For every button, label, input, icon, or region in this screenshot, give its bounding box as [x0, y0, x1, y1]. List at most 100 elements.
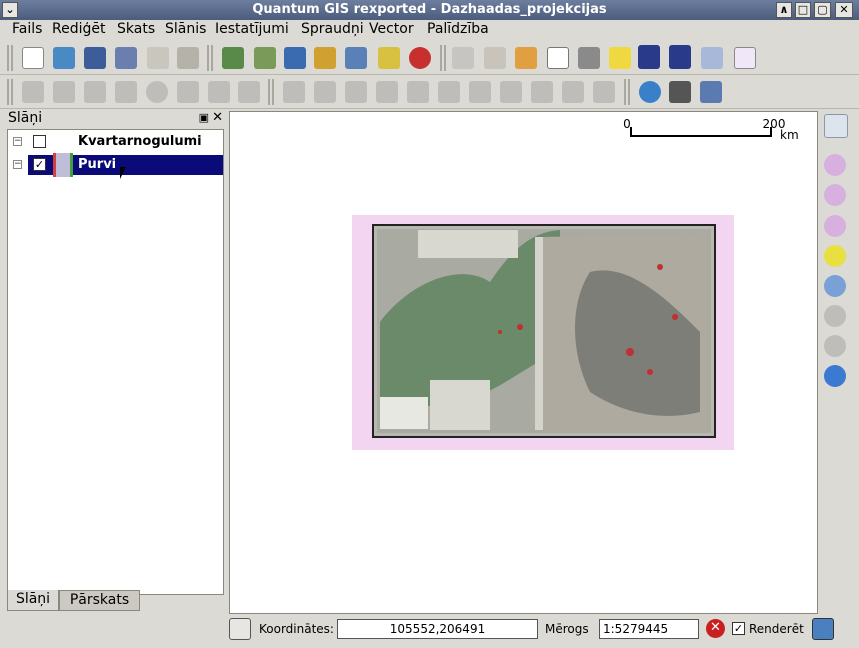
scale-bar-start: 0 — [623, 117, 631, 131]
menu-vector[interactable]: Vector — [369, 21, 414, 37]
layer-visibility-checkbox[interactable]: ✓ — [33, 158, 46, 171]
minimize-button[interactable]: ∧ — [776, 2, 792, 18]
map-canvas[interactable]: 0 200 km — [229, 111, 818, 614]
add-spatialite-layer-icon[interactable] — [314, 47, 336, 69]
collapse-icon[interactable]: − — [13, 160, 22, 169]
tab-layers[interactable]: Slāņi — [7, 590, 59, 611]
stop-render-icon[interactable]: ✕ — [706, 619, 725, 638]
toolbar-grip[interactable] — [7, 79, 13, 105]
menu-spraudni[interactable]: Spraudņi — [301, 21, 364, 37]
close-panel-icon[interactable]: ✕ — [212, 110, 223, 125]
cut-features-icon[interactable] — [177, 81, 199, 103]
add-ring-icon[interactable] — [376, 81, 398, 103]
split-features-icon[interactable] — [531, 81, 553, 103]
select-features-icon[interactable] — [484, 47, 506, 69]
toggle-extents-icon[interactable] — [229, 618, 251, 640]
toolbar-grip[interactable] — [268, 79, 274, 105]
print-icon[interactable] — [177, 47, 199, 69]
toggle-editing-icon[interactable] — [22, 81, 44, 103]
save-as-icon[interactable] — [115, 47, 137, 69]
merge-features-icon[interactable] — [562, 81, 584, 103]
new-vector-layer-icon[interactable] — [378, 47, 400, 69]
crs-status-icon[interactable] — [812, 618, 834, 640]
undo-icon[interactable] — [283, 81, 305, 103]
refresh-icon[interactable] — [824, 365, 846, 387]
simplify-feature-icon[interactable] — [345, 81, 367, 103]
rotate-point-symbols-icon[interactable] — [593, 81, 615, 103]
node-tool-icon[interactable] — [115, 81, 137, 103]
print-composer-icon[interactable] — [147, 47, 169, 69]
layers-panel: Slāņi ▣ ✕ − Kvartarnogulumi ✓ Purvi − Sl — [5, 110, 226, 615]
pan-icon[interactable] — [824, 114, 848, 138]
remove-layer-icon[interactable] — [409, 47, 431, 69]
add-postgis-layer-icon[interactable] — [284, 47, 306, 69]
open-project-icon[interactable] — [53, 47, 75, 69]
new-bookmark-icon[interactable] — [638, 45, 660, 69]
add-raster-layer-icon[interactable] — [254, 47, 276, 69]
scale-field[interactable]: 1:5279445 — [599, 619, 699, 639]
zoom-out-icon[interactable] — [824, 184, 846, 206]
delete-selected-icon[interactable] — [146, 81, 168, 103]
coords-label: Koordinātes: — [259, 622, 334, 636]
measure-line-icon[interactable] — [578, 47, 600, 69]
float-panel-icon[interactable]: ▣ — [199, 111, 209, 124]
attribute-table-icon[interactable] — [547, 47, 569, 69]
zoom-next-icon[interactable] — [824, 335, 846, 357]
add-part-icon[interactable] — [407, 81, 429, 103]
zoom-in-icon[interactable] — [824, 154, 846, 176]
add-wms-layer-icon[interactable] — [345, 47, 367, 69]
render-label: Renderēt — [749, 622, 804, 636]
scale-bar-icon[interactable] — [669, 81, 691, 103]
add-vector-layer-icon[interactable] — [222, 47, 244, 69]
coords-field[interactable]: 105552,206491 — [337, 619, 538, 639]
layers-panel-header: Slāņi ▣ ✕ — [5, 110, 226, 128]
render-checkbox[interactable]: ✓ — [732, 622, 745, 635]
map-navigation-toolbar — [820, 114, 852, 394]
toolbar-grip[interactable] — [624, 79, 630, 105]
menu-rediget[interactable]: Rediģēt — [52, 21, 105, 37]
deselect-icon[interactable] — [515, 47, 537, 69]
layer-row[interactable]: − Kvartarnogulumi — [8, 132, 223, 152]
zoom-to-layer-icon[interactable] — [824, 275, 846, 297]
toolbar-grip[interactable] — [440, 45, 446, 71]
coordinate-capture-icon[interactable] — [700, 81, 722, 103]
zoom-last-icon[interactable] — [824, 305, 846, 327]
layer-tree[interactable]: − Kvartarnogulumi ✓ Purvi − — [7, 129, 224, 595]
tab-overview[interactable]: Pārskats — [59, 590, 140, 611]
menu-slanis[interactable]: Slānis — [165, 21, 206, 37]
identify-icon[interactable] — [452, 47, 474, 69]
close-button[interactable]: ✕ — [835, 2, 853, 18]
zoom-to-selection-icon[interactable] — [824, 245, 846, 267]
reshape-features-icon[interactable] — [500, 81, 522, 103]
restore-button[interactable]: □ — [795, 2, 811, 18]
georeferencer-icon[interactable] — [639, 81, 661, 103]
toolbar-file — [0, 41, 859, 75]
menu-iestatijumi[interactable]: Iestatījumi — [215, 21, 289, 37]
menu-skats[interactable]: Skats — [117, 21, 155, 37]
save-project-icon[interactable] — [84, 47, 106, 69]
new-project-icon[interactable] — [22, 47, 44, 69]
move-feature-icon[interactable] — [84, 81, 106, 103]
menu-fails[interactable]: Fails — [12, 21, 42, 37]
menu-bar: Fails Rediģēt Skats Slānis Iestatījumi S… — [0, 20, 859, 40]
toolbar-grip[interactable] — [7, 45, 13, 71]
zoom-full-icon[interactable] — [824, 215, 846, 237]
save-edits-icon[interactable] — [53, 81, 75, 103]
paste-features-icon[interactable] — [238, 81, 260, 103]
text-annotation-icon[interactable] — [734, 47, 756, 69]
delete-part-icon[interactable] — [469, 81, 491, 103]
toolbar-grip[interactable] — [207, 45, 213, 71]
annotation-text-icon[interactable] — [701, 47, 723, 69]
map-tips-icon[interactable] — [609, 47, 631, 69]
delete-ring-icon[interactable] — [438, 81, 460, 103]
maximize-icon[interactable]: ▢ — [814, 2, 831, 18]
scale-label: Mērogs — [545, 622, 589, 636]
raster-layer-swatch-icon — [53, 153, 73, 177]
menu-palidziba[interactable]: Palīdzība — [427, 21, 489, 37]
show-bookmarks-icon[interactable] — [669, 45, 691, 69]
redo-icon[interactable] — [314, 81, 336, 103]
layer-visibility-checkbox[interactable] — [33, 135, 46, 148]
copy-features-icon[interactable] — [208, 81, 230, 103]
scale-bar-unit: km — [780, 128, 799, 142]
collapse-icon[interactable]: − — [13, 137, 22, 146]
